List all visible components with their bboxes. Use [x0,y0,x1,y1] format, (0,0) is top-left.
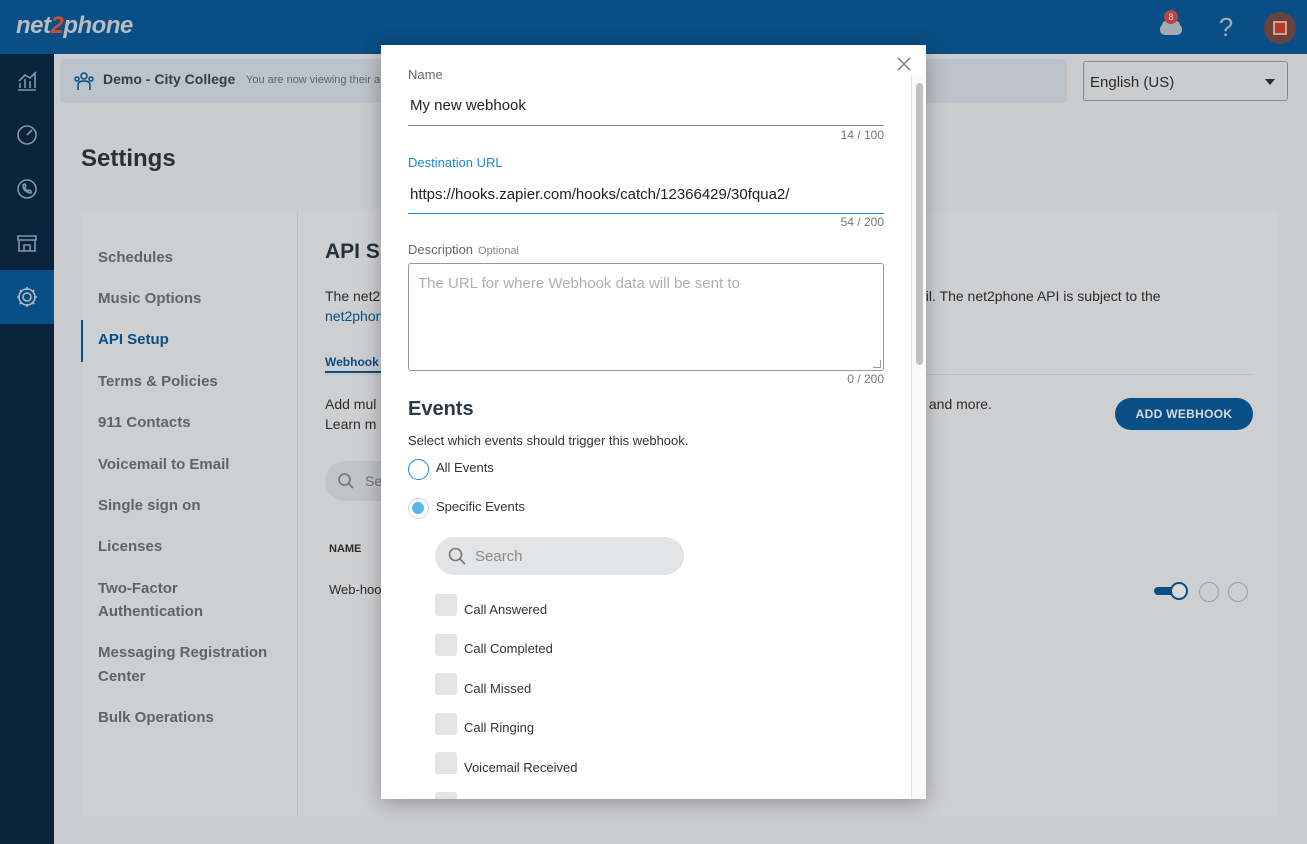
resize-handle[interactable] [873,360,881,368]
scrollbar-thumb[interactable] [916,83,923,365]
event-label[interactable]: Call Ringing [464,720,534,735]
checkbox-call-ringing[interactable] [435,713,457,735]
webhook-dialog: Name My new webhook 14 / 100 Destination… [381,45,926,799]
search-icon [448,547,466,565]
events-heading: Events [408,398,474,420]
radio-all-events[interactable] [408,459,429,480]
url-underline [408,213,884,214]
description-textarea[interactable]: The URL for where Webhook data will be s… [408,263,884,371]
event-label[interactable]: Call Missed [464,681,531,696]
description-counter: 0 / 200 [847,372,884,386]
destination-url-label: Destination URL [408,155,503,170]
event-label[interactable]: Voicemail Received [464,760,577,775]
checkbox-call-answered[interactable] [435,594,457,616]
radio-specific-events-label[interactable]: Specific Events [436,499,525,514]
destination-url-field[interactable]: https://hooks.zapier.com/hooks/catch/123… [410,186,789,203]
checkbox-call-completed[interactable] [435,634,457,656]
name-underline [408,125,884,126]
optional-tag: Optional [478,245,520,257]
close-icon[interactable] [896,56,912,72]
radio-specific-events[interactable] [408,498,429,519]
checkbox-call-missed[interactable] [435,673,457,695]
event-search-input[interactable]: Search [435,537,684,575]
url-counter: 54 / 200 [840,215,884,229]
name-field[interactable]: My new webhook [410,97,526,114]
radio-all-events-label[interactable]: All Events [436,460,494,475]
name-label: Name [408,67,443,82]
checkbox-next-event[interactable] [435,792,457,799]
events-instructions: Select which events should trigger this … [408,433,689,448]
checkbox-voicemail-received[interactable] [435,752,457,774]
event-label[interactable]: Call Answered [464,602,547,617]
description-label: Description Optional [408,242,520,257]
name-counter: 14 / 100 [840,128,884,142]
event-label[interactable]: Call Completed [464,641,553,656]
